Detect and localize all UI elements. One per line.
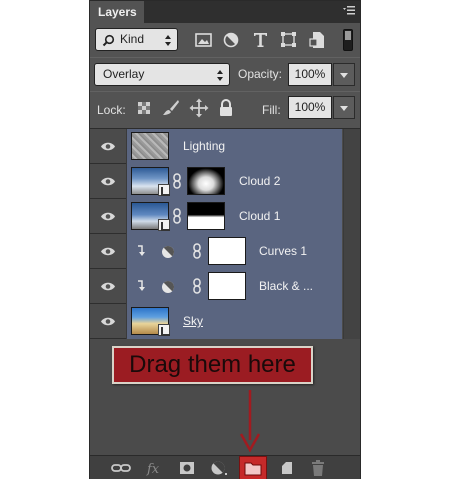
new-group-button[interactable] (239, 456, 267, 479)
chevron-down-icon (340, 73, 348, 78)
up-down-arrows-icon (164, 33, 172, 54)
smart-object-filter-icon[interactable] (308, 31, 328, 49)
eye-icon (101, 317, 115, 326)
layer-name: Cloud 2 (239, 174, 281, 188)
fill-label: Fill: (262, 103, 281, 117)
blend-mode-select[interactable]: Overlay (94, 63, 230, 86)
lock-label: Lock: (97, 103, 126, 117)
layer-body: Sky (126, 304, 342, 339)
link-layers-icon[interactable] (110, 459, 132, 477)
layer-name: Lighting (183, 139, 226, 153)
kind-label: Kind (120, 32, 145, 46)
new-layer-icon[interactable] (276, 459, 298, 477)
smart-object-icon (158, 324, 170, 336)
chevron-down-icon (340, 106, 348, 111)
folder-icon (244, 462, 262, 476)
visibility-toggle[interactable] (90, 234, 125, 269)
up-down-arrows-icon (216, 68, 224, 89)
lock-transparent-pixels-icon[interactable] (135, 98, 155, 118)
layer-row-sky[interactable]: Sky (90, 304, 342, 339)
layer-body: Cloud 1 (126, 199, 342, 234)
layer-name: Black & ... (259, 279, 314, 293)
layer-mask-thumbnail[interactable] (187, 202, 225, 230)
opacity-input[interactable]: 100% (288, 63, 332, 86)
arrow-down-icon (238, 390, 262, 455)
type-filter-icon[interactable] (251, 31, 271, 49)
tab-layers[interactable]: Layers (90, 1, 144, 23)
eye-icon (101, 177, 115, 186)
visibility-toggle[interactable] (90, 164, 125, 199)
layer-thumbnail (131, 132, 169, 160)
chain-link-icon[interactable] (173, 173, 181, 192)
adjustment-filter-icon[interactable] (222, 31, 242, 49)
layer-row-black-and-white[interactable]: Black & ... (90, 269, 342, 304)
layer-thumbnail (131, 167, 170, 196)
eye-icon (101, 142, 115, 151)
layer-mask-thumbnail[interactable] (208, 272, 246, 300)
layer-mask-thumbnail[interactable] (208, 237, 246, 265)
fx-icon[interactable]: fx (144, 459, 166, 477)
clipping-arrow-icon (137, 245, 147, 260)
layers-list: Lighting Cloud 2 Cloud 1 Curves 1 Black … (90, 128, 360, 340)
smart-object-icon (158, 184, 170, 196)
layer-name: Cloud 1 (239, 209, 281, 223)
add-mask-icon[interactable] (176, 459, 198, 477)
fill-dropdown-button[interactable] (333, 96, 355, 119)
filter-toggle-switch[interactable] (343, 29, 353, 51)
search-icon (102, 33, 115, 54)
visibility-toggle[interactable] (90, 199, 125, 234)
chain-link-icon[interactable] (173, 208, 181, 227)
new-fill-adjustment-icon[interactable] (208, 459, 230, 477)
divider (90, 57, 360, 58)
layer-mask-thumbnail[interactable] (187, 167, 225, 195)
eye-icon (101, 282, 115, 291)
layers-panel: Layers Kind Overlay Opacity: 100% Lock: … (89, 0, 361, 479)
trash-icon[interactable] (307, 459, 329, 477)
panel-tab-bar: Layers (90, 1, 360, 23)
layer-thumbnail (131, 307, 170, 336)
divider (90, 91, 360, 92)
lock-image-pixels-icon[interactable] (161, 98, 181, 118)
fill-input[interactable]: 100% (288, 96, 332, 119)
eye-icon (101, 247, 115, 256)
visibility-toggle[interactable] (90, 304, 125, 339)
clipping-arrow-icon (137, 280, 147, 295)
bottom-toolbar: fx (90, 455, 360, 479)
smart-object-icon (158, 219, 170, 231)
eye-icon (101, 212, 115, 221)
lock-all-icon[interactable] (216, 98, 236, 118)
scrollbar[interactable] (343, 129, 360, 340)
visibility-toggle[interactable] (90, 269, 125, 304)
chain-link-icon[interactable] (193, 243, 201, 262)
svg-text:fx: fx (146, 462, 160, 477)
layer-thumbnail (131, 202, 170, 231)
filter-kind-select[interactable]: Kind (95, 28, 178, 51)
layer-body: Black & ... (126, 269, 342, 304)
opacity-dropdown-button[interactable] (333, 63, 355, 86)
pixel-filter-icon[interactable] (194, 31, 214, 49)
layer-body: Cloud 2 (126, 164, 342, 199)
layer-row-curves-1[interactable]: Curves 1 (90, 234, 342, 269)
opacity-label: Opacity: (238, 67, 283, 81)
layer-body: Lighting (126, 129, 342, 164)
layer-row-cloud-2[interactable]: Cloud 2 (90, 164, 342, 199)
layer-row-lighting[interactable]: Lighting (90, 129, 342, 164)
shape-filter-icon[interactable] (279, 31, 299, 49)
lock-position-icon[interactable] (189, 98, 209, 118)
layer-name: Curves 1 (259, 244, 308, 258)
adjustment-layer-icon (161, 280, 175, 297)
blend-mode-value: Overlay (103, 67, 145, 81)
chain-link-icon[interactable] (193, 278, 201, 297)
layer-name: Sky (183, 314, 204, 328)
filter-row: Kind (90, 23, 360, 57)
adjustment-layer-icon (161, 245, 175, 262)
panel-menu-icon[interactable] (342, 4, 356, 18)
layer-body: Curves 1 (126, 234, 342, 269)
visibility-toggle[interactable] (90, 129, 125, 164)
drag-callout-banner: Drag them here (112, 346, 313, 384)
layer-row-cloud-1[interactable]: Cloud 1 (90, 199, 342, 234)
